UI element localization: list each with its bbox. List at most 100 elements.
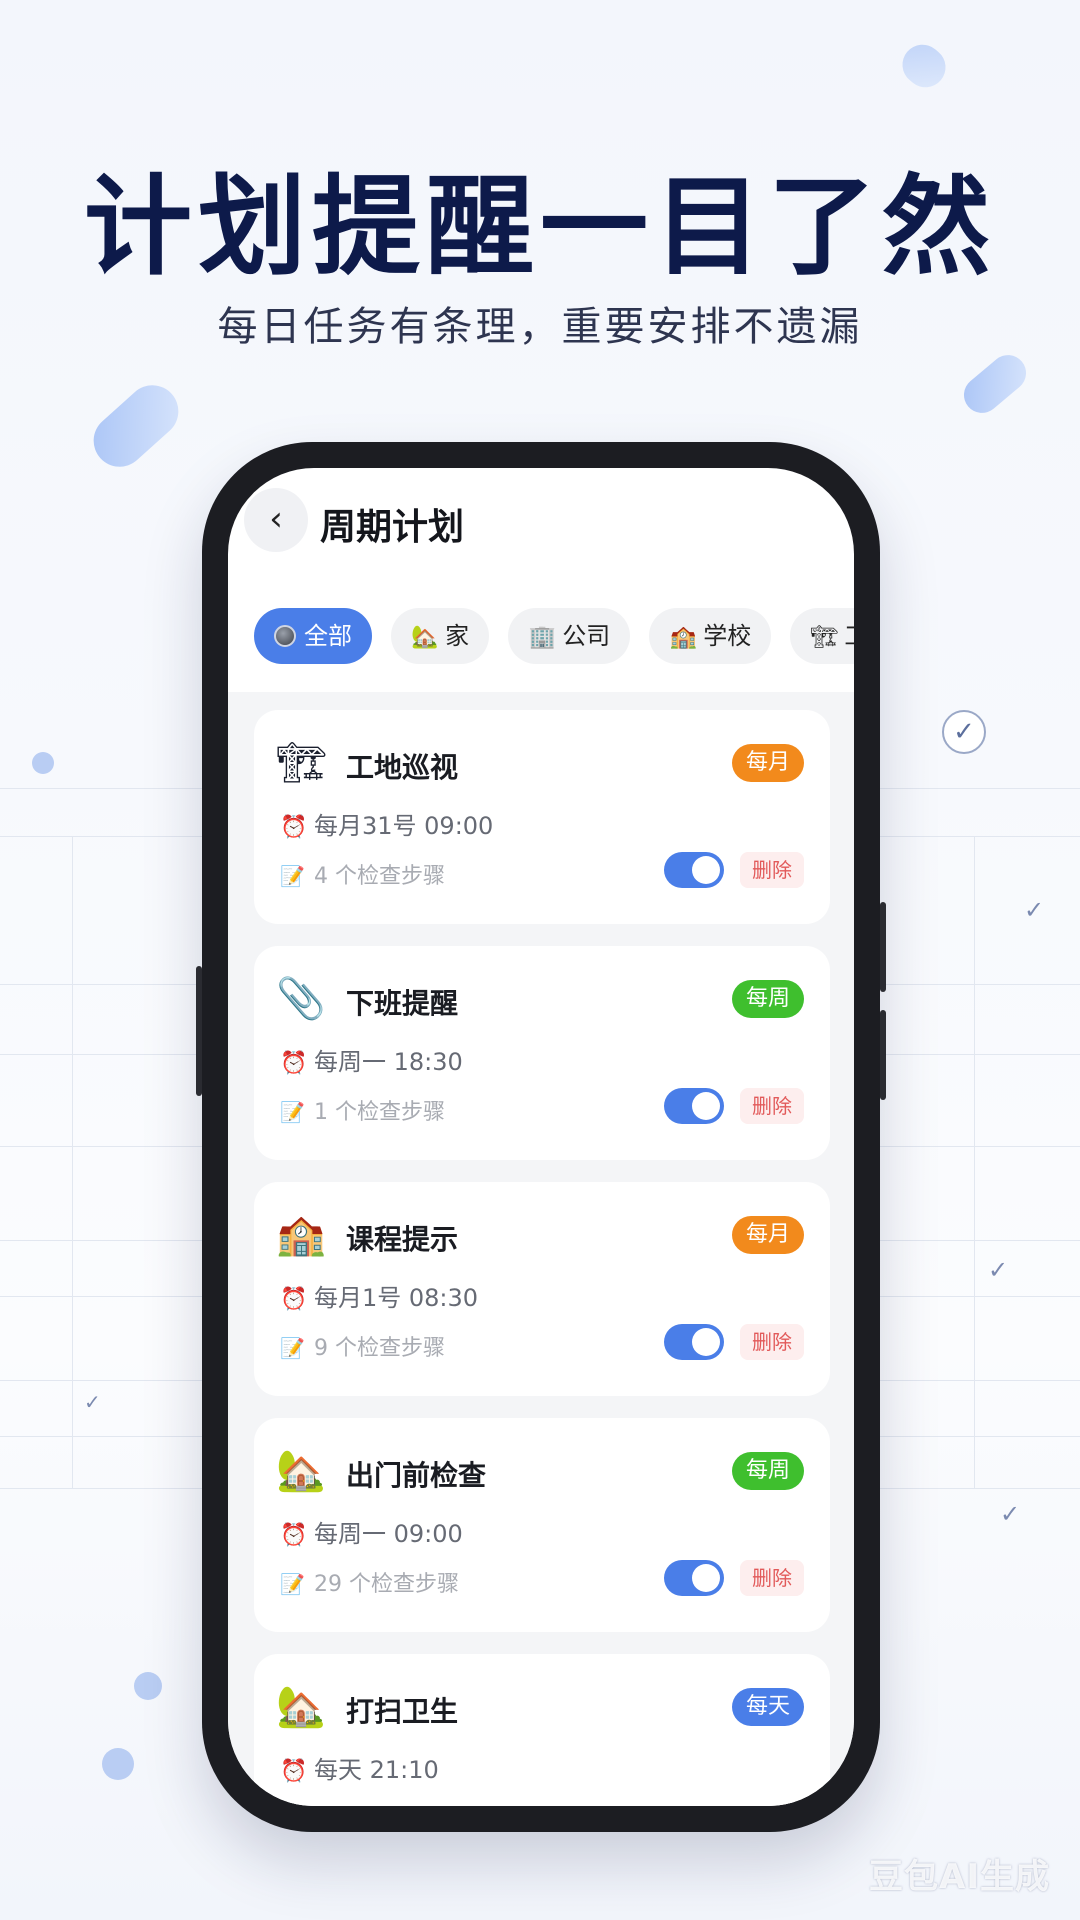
plan-time-text: 每天 21:10 [314,1756,439,1784]
deco-pill [82,374,190,478]
plan-time: ⏰ 每周一 09:00 [280,1514,463,1549]
phone-side-button [880,902,886,992]
plan-steps: 📝 1 个检查步骤 [280,1094,445,1126]
plan-time: ⏰ 每周一 18:30 [280,1042,463,1077]
tab-label: 学校 [703,622,752,650]
toggle-knob [692,856,720,884]
delete-button[interactable]: 删除 [740,1560,804,1596]
memo-icon: 📝 [280,864,305,888]
plan-title: 出门前检查 [346,1459,487,1492]
memo-icon: 📝 [280,1100,305,1124]
plan-card[interactable]: 🏡 打扫卫生 每天 ⏰ 每天 21:10 [254,1654,830,1806]
house-icon: 🏡 [411,625,439,650]
back-button[interactable]: ‹ [244,488,308,552]
deco-dot [134,1672,162,1700]
deco-check-icon: ✓ [988,1256,1009,1284]
tab-home[interactable]: 🏡 家 [391,608,490,664]
delete-button[interactable]: 删除 [740,1324,804,1360]
toggle-knob [692,1564,720,1592]
crane-icon: 🏗 [276,740,327,786]
tab-school[interactable]: 🏫 学校 [649,608,772,664]
plan-title: 打扫卫生 [346,1695,459,1728]
plan-time-text: 每月31号 09:00 [314,812,494,840]
toggle-knob [692,1328,720,1356]
paperclip-icon: 📎 [276,976,326,1022]
construction-icon: 🏗 [810,625,839,650]
plan-steps: 📝 4 个检查步骤 [280,858,445,890]
delete-button[interactable]: 删除 [740,1088,804,1124]
tab-label: 全部 [304,622,352,650]
frequency-badge: 每周 [731,1452,804,1490]
grid-line [974,836,975,1488]
plan-card[interactable]: 🏗 工地巡视 每月 ⏰ 每月31号 09:00 📝 4 个检查步骤 删除 [254,710,830,924]
plan-list: 🏗 工地巡视 每月 ⏰ 每月31号 09:00 📝 4 个检查步骤 删除 📎 下班提… [228,692,854,1806]
alarm-clock-icon: ⏰ [280,1759,308,1784]
house-icon: 🏡 [276,1448,326,1494]
deco-check-icon: ✓ [1000,1500,1021,1528]
deco-check-circle-icon: ✓ [942,710,986,754]
plan-time: ⏰ 每月1号 08:30 [280,1278,478,1313]
deco-dot [102,1748,134,1780]
school-icon: 🏫 [276,1212,326,1258]
plan-card[interactable]: 📎 下班提醒 每周 ⏰ 每周一 18:30 📝 1 个检查步骤 删除 [254,946,830,1160]
tab-label: 公司 [562,622,611,650]
tab-office[interactable]: 🏢 公司 [508,608,631,664]
category-tabs: 全部 🏡家 🏢公司 🏫学校 🏗工 [254,608,854,664]
toggle-knob [692,1092,720,1120]
plan-time-text: 每月1号 08:30 [314,1284,479,1312]
plan-steps-text: 29 个检查步骤 [314,1572,459,1597]
plan-time-text: 每周一 18:30 [314,1048,463,1076]
alarm-clock-icon: ⏰ [280,1523,308,1548]
plan-title: 工地巡视 [346,751,459,784]
all-dot-icon [274,625,296,647]
plan-steps-text: 4 个检查步骤 [314,864,445,889]
frequency-badge: 每天 [731,1688,804,1726]
plan-title: 下班提醒 [346,987,459,1020]
frequency-badge: 每月 [731,744,804,782]
delete-button[interactable]: 删除 [740,852,804,888]
school-icon: 🏫 [669,625,697,650]
house-icon: 🏡 [276,1684,326,1730]
plan-title: 课程提示 [346,1223,459,1256]
alarm-clock-icon: ⏰ [280,815,308,840]
plan-time: ⏰ 每月31号 09:00 [280,806,493,841]
deco-check-icon: ✓ [1024,896,1045,924]
frequency-badge: 每周 [731,980,804,1018]
plan-card[interactable]: 🏫 课程提示 每月 ⏰ 每月1号 08:30 📝 9 个检查步骤 删除 [254,1182,830,1396]
plan-steps-text: 1 个检查步骤 [314,1100,445,1125]
plan-time: ⏰ 每天 21:10 [280,1750,439,1785]
deco-pill [956,347,1034,421]
chevron-left-icon: ‹ [269,499,283,539]
tab-label: 家 [445,622,470,650]
page-title: 周期计划 [320,507,465,548]
deco-pill [894,36,954,96]
plan-steps-text: 9 个检查步骤 [314,1336,445,1361]
app-header: ‹ 周期计划 [228,468,854,588]
deco-dot [32,752,54,774]
tab-label: 工 [844,622,854,650]
frequency-badge: 每月 [731,1216,804,1254]
watermark: 豆包AI生成 [869,1857,1050,1897]
grid-line [72,836,73,1488]
office-icon: 🏢 [528,625,556,650]
tab-all[interactable]: 全部 [254,608,372,664]
deco-check-icon: ✓ [84,1390,101,1414]
enable-toggle[interactable] [664,1324,724,1360]
memo-icon: 📝 [280,1336,305,1360]
enable-toggle[interactable] [664,852,724,888]
enable-toggle[interactable] [664,1088,724,1124]
headline: 计划提醒一目了然 [83,165,996,290]
memo-icon: 📝 [280,1572,305,1596]
alarm-clock-icon: ⏰ [280,1287,308,1312]
phone-frame: ‹ 周期计划 全部 🏡家 🏢公司 🏫学校 🏗工 🏗 工地巡视 每月 ⏰每月31号… [196,442,886,1832]
tab-construction[interactable]: 🏗工 [790,608,854,664]
phone-side-button [880,1010,886,1100]
enable-toggle[interactable] [664,1560,724,1596]
alarm-clock-icon: ⏰ [280,1051,308,1076]
plan-card[interactable]: 🏡 出门前检查 每周 ⏰ 每周一 09:00 📝 29 个检查步骤 删除 [254,1418,830,1632]
subline: 每日任务有条理，重要安排不遗漏 [217,304,863,350]
plan-time-text: 每周一 09:00 [314,1520,463,1548]
plan-steps: 📝 29 个检查步骤 [280,1566,459,1598]
phone-side-button [196,966,202,1096]
plan-steps: 📝 9 个检查步骤 [280,1330,445,1362]
